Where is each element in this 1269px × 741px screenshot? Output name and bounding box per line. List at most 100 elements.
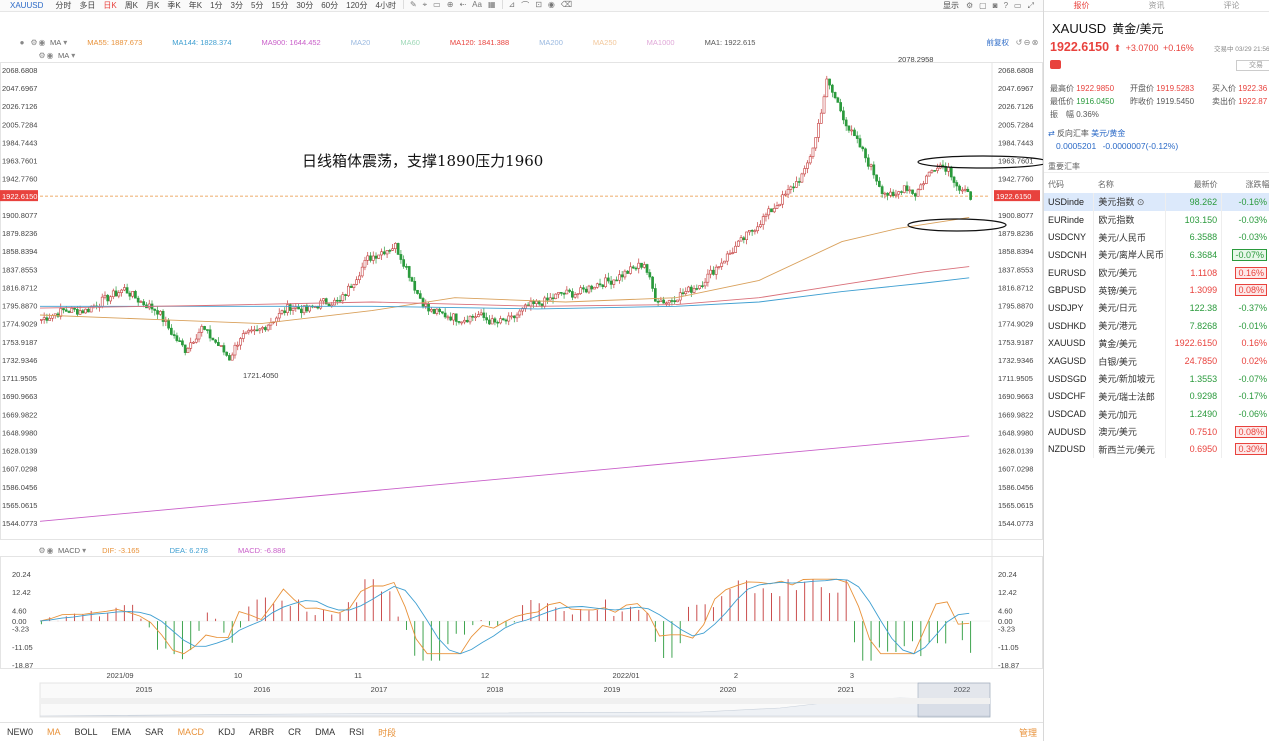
candle-body <box>698 285 701 289</box>
table-row[interactable]: USDCAD 美元/加元 1.2490 -0.06% <box>1044 405 1269 423</box>
candle-body <box>62 308 65 311</box>
macd-tick-left: 4.60 <box>12 606 27 615</box>
candle-body <box>612 279 616 285</box>
row-name: 白银/美元 <box>1093 352 1167 370</box>
candle-body <box>239 338 242 346</box>
indicator-tab[interactable]: ARBR <box>242 727 281 737</box>
time-label-lower: 2015 <box>136 685 153 694</box>
price-tick-left: 2068.6808 <box>2 66 37 75</box>
manage-indicators-button[interactable]: 管理 <box>1019 726 1043 739</box>
candle-body <box>623 270 627 278</box>
indicator-tab[interactable]: BOLL <box>68 727 105 737</box>
candle-body <box>429 309 433 312</box>
candle-body <box>424 303 428 307</box>
col-code[interactable]: 代码 <box>1044 176 1094 193</box>
candle-body <box>969 191 972 200</box>
candle-body <box>543 297 547 307</box>
table-row[interactable]: XAUUSD 黄金/美元 1922.6150 0.16% <box>1044 334 1269 353</box>
table-row[interactable]: USDSGD 美元/新加坡元 1.3553 -0.07% <box>1044 369 1269 388</box>
candle-body <box>795 181 798 188</box>
indicator-tab[interactable]: RSI <box>342 727 371 737</box>
candle-body <box>626 270 630 274</box>
candle-body <box>438 308 441 312</box>
table-row[interactable]: USDCNY 美元/人民币 6.3588 -0.03% <box>1044 228 1269 247</box>
reverse-pair[interactable]: 美元/黄金 <box>1091 129 1125 138</box>
candle-body <box>59 308 63 317</box>
price-tick-left: 1565.0615 <box>2 501 37 510</box>
row-name: 美元/日元 <box>1093 299 1167 317</box>
table-row[interactable]: USDJPY 美元/日元 122.38 -0.37% <box>1044 299 1269 317</box>
time-label-upper: 12 <box>481 671 489 680</box>
table-row[interactable]: XAGUSD 白银/美元 24.7850 0.02% <box>1044 352 1269 370</box>
candle-body <box>236 344 240 347</box>
high-price-label: 2078.2958 <box>898 55 933 64</box>
price-tick-left: 1837.8553 <box>2 265 37 274</box>
candle-body <box>374 255 378 259</box>
table-row[interactable]: USDCNH 美元/离岸人民币 6.3684 -0.07% <box>1044 246 1269 264</box>
col-pct[interactable]: 涨跌幅 <box>1222 176 1269 193</box>
row-code: USDSGD <box>1044 369 1095 388</box>
candle-body <box>40 319 43 321</box>
candle-body <box>394 243 397 250</box>
panel-tabs: 报价 资讯 评论 <box>1044 0 1269 12</box>
candle-body <box>723 260 726 264</box>
candle-body <box>493 318 497 323</box>
candle-body <box>183 344 187 353</box>
candle-body <box>562 293 566 295</box>
table-row[interactable]: GBPUSD 英镑/美元 1.3099 0.08% <box>1044 281 1269 300</box>
row-pct: 0.16% <box>1221 263 1269 282</box>
candle-body <box>443 312 447 318</box>
candle-body <box>358 275 361 281</box>
indicator-tab[interactable]: KDJ <box>211 727 242 737</box>
candle-body <box>524 304 527 309</box>
candle-body <box>629 266 632 274</box>
candle-body <box>756 226 760 232</box>
table-row[interactable]: USDCHF 美元/瑞士法郎 0.9298 -0.17% <box>1044 387 1269 406</box>
target-icon[interactable]: ⊙ <box>1137 197 1145 207</box>
kline-chart[interactable]: 2068.6808 2068.6808 2047.6967 2047.6967 2026… <box>0 0 1043 722</box>
mail-icon[interactable] <box>1050 60 1061 69</box>
col-name[interactable]: 名称 <box>1094 176 1166 193</box>
candle-body <box>457 321 461 323</box>
row-name: 美元/瑞士法郎 <box>1093 387 1167 406</box>
table-row[interactable]: NZDUSD 新西兰元/美元 0.6950 0.30% <box>1044 440 1269 459</box>
candle-body <box>825 78 829 98</box>
table-row[interactable]: EURUSD 欧元/美元 1.1108 0.16% <box>1044 263 1269 282</box>
indicator-tab[interactable]: NEW0 <box>0 727 40 737</box>
candle-body <box>463 319 466 323</box>
candle-body <box>712 269 715 275</box>
indicator-tab[interactable]: CR <box>281 727 308 737</box>
indicator-tab[interactable]: DMA <box>308 727 342 737</box>
ma900-line <box>39 435 970 522</box>
candle-body <box>214 339 217 343</box>
tab-quote[interactable]: 报价 <box>1044 0 1119 11</box>
candle-body <box>861 146 865 150</box>
candle-body <box>687 286 690 292</box>
table-row[interactable]: USDHKD 美元/港元 7.8268 -0.01% <box>1044 316 1269 335</box>
indicator-tab[interactable]: 时段 <box>371 726 403 739</box>
indicator-tab[interactable]: EMA <box>105 727 139 737</box>
row-name: 美元指数 ⊙ <box>1093 193 1167 211</box>
table-row[interactable]: USDinde 美元指数 ⊙ 98.262 -0.16% <box>1044 193 1269 211</box>
col-last[interactable]: 最新价 <box>1166 176 1222 193</box>
tab-news[interactable]: 资讯 <box>1119 0 1194 11</box>
candle-body <box>933 170 937 172</box>
candle-body <box>380 251 383 256</box>
table-row[interactable]: EURinde 欧元指数 103.150 -0.03% <box>1044 210 1269 229</box>
row-name: 美元/加元 <box>1093 405 1167 423</box>
row-last: 1.3099 <box>1165 281 1223 300</box>
candle-body <box>750 230 754 232</box>
row-code: USDHKD <box>1044 316 1095 335</box>
trade-button[interactable]: 交易 <box>1236 60 1269 71</box>
table-row[interactable]: AUDUSD 澳元/美元 0.7510 0.08% <box>1044 422 1269 441</box>
indicator-tab[interactable]: MA <box>40 727 68 737</box>
tab-comments[interactable]: 评论 <box>1194 0 1269 11</box>
row-pct: -0.17% <box>1221 387 1269 406</box>
indicator-tab[interactable]: SAR <box>138 727 171 737</box>
candle-body <box>441 311 444 314</box>
indicator-tab[interactable]: MACD <box>171 727 212 737</box>
swap-icon[interactable]: ⇄ <box>1048 129 1055 138</box>
row-last: 0.9298 <box>1165 387 1223 406</box>
candle-body <box>45 317 49 321</box>
candle-body <box>67 311 71 313</box>
